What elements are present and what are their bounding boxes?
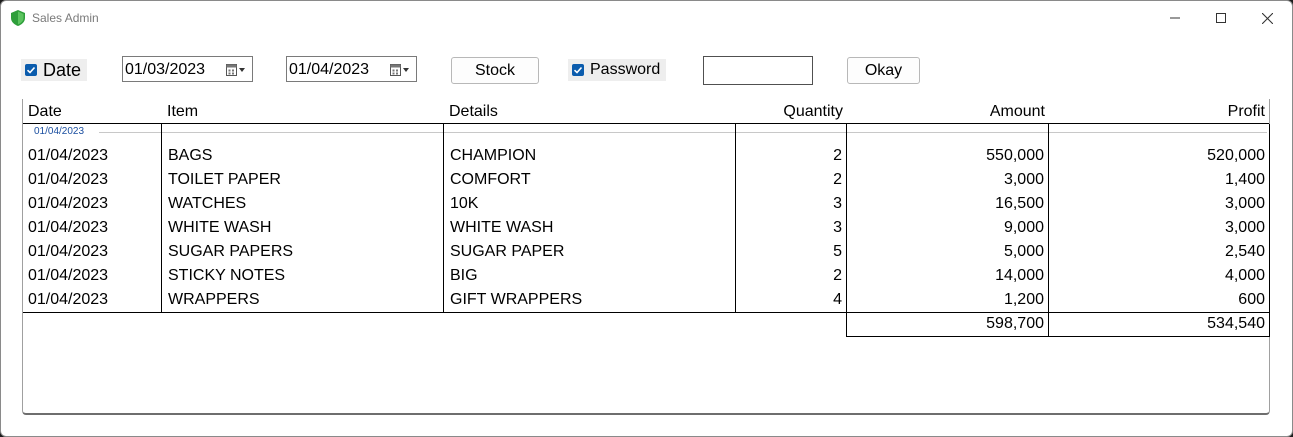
calendar-dropdown-icon[interactable] bbox=[226, 64, 246, 76]
cell-amount: 3,000 bbox=[1003, 171, 1044, 188]
cell-item: BAGS bbox=[168, 147, 213, 164]
shield-icon bbox=[11, 10, 25, 26]
minimize-icon bbox=[1170, 17, 1180, 19]
cell-item: STICKY NOTES bbox=[168, 267, 286, 284]
date-checkbox-label: Date bbox=[43, 59, 82, 80]
cell-amount: 14,000 bbox=[995, 267, 1044, 284]
date-to-value: 01/04/2023 bbox=[289, 61, 370, 78]
cell-profit: 600 bbox=[1238, 291, 1265, 308]
cell-item: WRAPPERS bbox=[168, 291, 260, 308]
close-icon bbox=[1261, 12, 1273, 24]
date-to-picker[interactable]: 01/04/2023 bbox=[286, 56, 417, 82]
cell-amount: 16,500 bbox=[995, 195, 1044, 212]
column-header-amount[interactable]: Amount bbox=[847, 99, 1049, 124]
column-header-details[interactable]: Details bbox=[444, 99, 736, 124]
cell-item: TOILET PAPER bbox=[168, 171, 281, 188]
password-input[interactable] bbox=[703, 56, 813, 85]
cell-date: 01/04/2023 bbox=[28, 219, 109, 236]
cell-quantity: 2 bbox=[833, 171, 842, 188]
cell-item: WHITE WASH bbox=[168, 219, 272, 236]
cell-profit: 4,000 bbox=[1224, 267, 1265, 284]
cell-profit: 1,400 bbox=[1224, 171, 1265, 188]
date-from-picker[interactable]: 01/03/2023 bbox=[122, 56, 253, 82]
cell-quantity: 3 bbox=[833, 195, 842, 212]
cell-details: COMFORT bbox=[450, 171, 531, 188]
cell-quantity: 5 bbox=[833, 243, 842, 260]
column-header-item[interactable]: Item bbox=[162, 99, 444, 124]
cell-date: 01/04/2023 bbox=[28, 243, 109, 260]
cell-details: 10K bbox=[450, 195, 479, 212]
password-checkbox-label: Password bbox=[590, 61, 661, 78]
cell-quantity: 2 bbox=[833, 147, 842, 164]
cell-details: CHAMPION bbox=[450, 147, 537, 164]
cell-quantity: 2 bbox=[833, 267, 842, 284]
cell-details: WHITE WASH bbox=[450, 219, 554, 236]
column-divider bbox=[1269, 124, 1270, 337]
cell-date: 01/04/2023 bbox=[28, 171, 109, 188]
cell-quantity: 3 bbox=[833, 219, 842, 236]
checkbox-checked-icon bbox=[25, 64, 37, 76]
column-header-quantity[interactable]: Quantity bbox=[736, 99, 847, 124]
stock-button[interactable]: Stock bbox=[451, 57, 539, 84]
totals-bottom-border bbox=[846, 336, 1270, 337]
checkbox-checked-icon bbox=[572, 64, 584, 76]
window-title: Sales Admin bbox=[32, 11, 99, 25]
minimize-button[interactable] bbox=[1152, 1, 1198, 35]
cell-amount: 5,000 bbox=[1003, 243, 1044, 260]
cell-item: WATCHES bbox=[168, 195, 247, 212]
okay-button[interactable]: Okay bbox=[847, 57, 920, 84]
close-button[interactable] bbox=[1244, 1, 1290, 35]
cell-amount: 9,000 bbox=[1003, 219, 1044, 236]
cell-details: GIFT WRAPPERS bbox=[450, 291, 583, 308]
cell-amount: 1,200 bbox=[1003, 291, 1044, 308]
cell-quantity: 4 bbox=[833, 291, 842, 308]
cell-profit: 520,000 bbox=[1207, 147, 1265, 164]
total-amount: 598,700 bbox=[986, 315, 1044, 332]
date-checkbox[interactable]: Date bbox=[21, 59, 88, 81]
sales-admin-window: Sales Admin Date 01/03/2023 01/04/2023 S… bbox=[0, 0, 1293, 437]
title-bar[interactable]: Sales Admin bbox=[1, 1, 1292, 35]
date-from-value: 01/03/2023 bbox=[125, 61, 206, 78]
cell-profit: 3,000 bbox=[1224, 195, 1265, 212]
group-divider bbox=[99, 132, 1267, 133]
group-header-date[interactable]: 01/04/2023 bbox=[34, 126, 84, 137]
maximize-button[interactable] bbox=[1198, 1, 1244, 35]
cell-date: 01/04/2023 bbox=[28, 195, 109, 212]
password-checkbox[interactable]: Password bbox=[568, 59, 667, 81]
cell-date: 01/04/2023 bbox=[28, 267, 109, 284]
cell-date: 01/04/2023 bbox=[28, 291, 109, 308]
cell-details: SUGAR PAPER bbox=[450, 243, 565, 260]
column-header-profit[interactable]: Profit bbox=[1049, 99, 1269, 124]
cell-amount: 550,000 bbox=[986, 147, 1044, 164]
cell-profit: 3,000 bbox=[1224, 219, 1265, 236]
calendar-dropdown-icon[interactable] bbox=[390, 64, 410, 76]
sales-table[interactable]: Date Item Details Quantity Amount Profit… bbox=[22, 99, 1270, 415]
total-profit: 534,540 bbox=[1207, 315, 1265, 332]
cell-date: 01/04/2023 bbox=[28, 147, 109, 164]
cell-item: SUGAR PAPERS bbox=[168, 243, 294, 260]
cell-profit: 2,540 bbox=[1224, 243, 1265, 260]
column-header-date[interactable]: Date bbox=[23, 99, 162, 124]
cell-details: BIG bbox=[450, 267, 478, 284]
maximize-icon bbox=[1216, 13, 1226, 23]
